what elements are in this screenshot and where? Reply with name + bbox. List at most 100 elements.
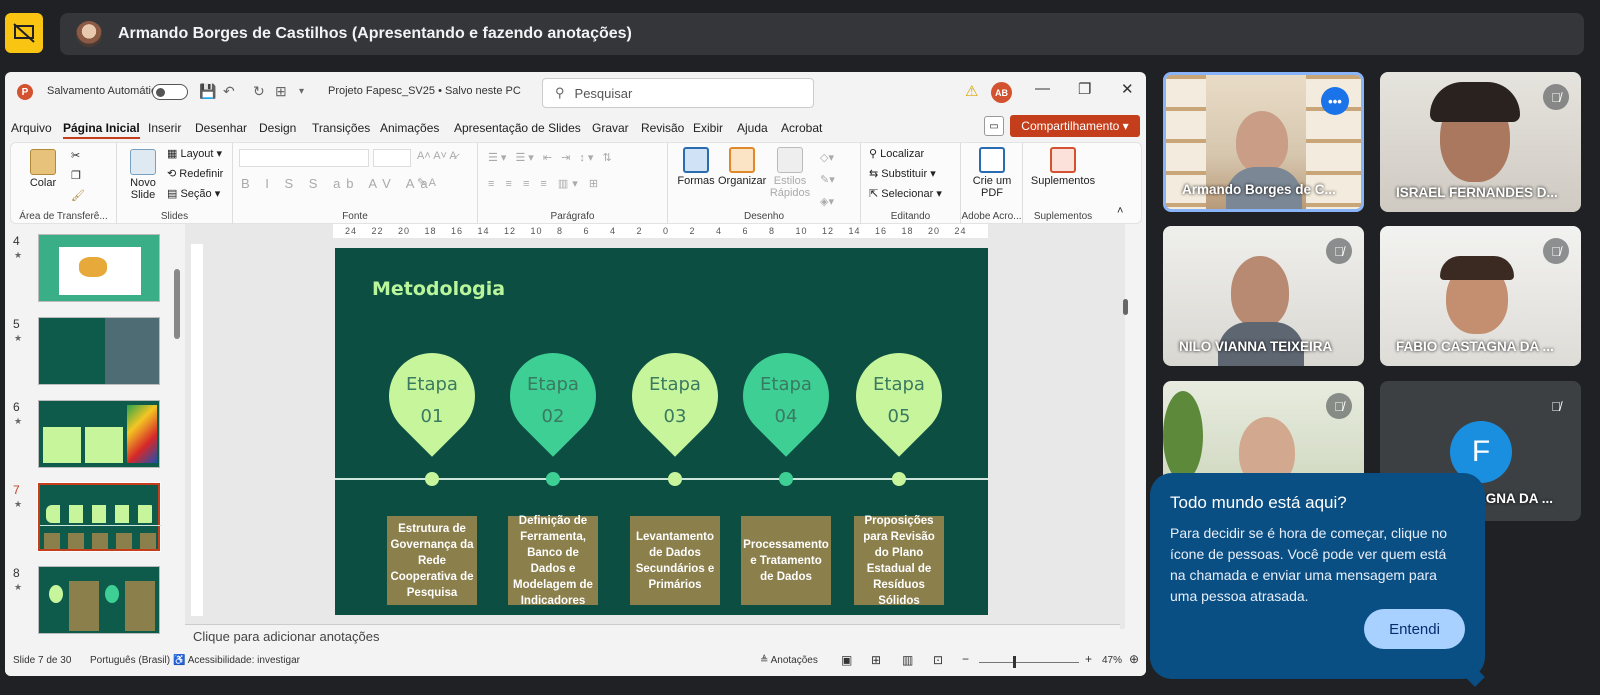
editor-scrollbar[interactable] [1121, 224, 1131, 654]
present-from-start-icon[interactable]: ⊞ [275, 83, 287, 100]
zoom-in-icon[interactable]: + [1085, 652, 1092, 666]
thumbnail-slide-7[interactable]: 7 ★ [13, 482, 173, 555]
menu-animacoes[interactable]: Animações [380, 121, 439, 135]
zoom-level[interactable]: 47% [1102, 655, 1122, 666]
layout-button[interactable]: ▦ Layout ▾ [167, 147, 222, 160]
copy-icon[interactable]: ❐ [71, 169, 81, 182]
warning-icon[interactable]: ⚠ [965, 82, 978, 100]
slide-sorter-icon[interactable]: ⊞ [871, 653, 881, 667]
menu-gravar[interactable]: Gravar [592, 121, 629, 135]
powerpoint-window: P Salvamento Automático 💾 ↶ ↻ ⊞ ▾ Projet… [5, 72, 1146, 676]
font-name-input[interactable] [239, 149, 369, 167]
menu-inserir[interactable]: Inserir [148, 121, 181, 135]
ruler-tick: 8 [557, 226, 563, 236]
ruler-tick: 16 [451, 226, 463, 236]
notes-button[interactable]: ≜ Anotações [760, 655, 818, 666]
new-slide-icon [130, 149, 156, 175]
thumbnail-image [38, 400, 160, 468]
zoom-slider-thumb[interactable] [1013, 656, 1016, 668]
reading-view-icon[interactable]: ▥ [902, 653, 913, 667]
create-pdf-button[interactable]: Crie um PDF [969, 147, 1015, 199]
customize-toolbar-icon[interactable]: ▾ [299, 86, 304, 97]
menu-acrobat[interactable]: Acrobat [781, 121, 822, 135]
thumbnail-slide-8[interactable]: 8 ★ [13, 566, 173, 638]
stage-pin-label: Etapa 03 [632, 369, 718, 433]
addins-group: Suplementos Suplementos [1023, 143, 1103, 225]
menu-design[interactable]: Design [259, 121, 296, 135]
stage-description: Estrutura de Governança da Rede Cooperat… [387, 516, 477, 605]
quick-styles-button[interactable]: Estilos Rápidos [768, 147, 812, 199]
more-options-icon[interactable]: ••• [1321, 87, 1349, 115]
menu-arquivo[interactable]: Arquivo [11, 121, 52, 135]
user-avatar[interactable]: AB [991, 82, 1012, 103]
section-button[interactable]: ▤ Seção ▾ [167, 187, 220, 200]
shapes-button[interactable]: Formas [676, 147, 716, 187]
collapse-ribbon-icon[interactable]: ˄ [1117, 205, 1123, 217]
redo-icon[interactable]: ↻ [253, 83, 265, 100]
menu-exibir[interactable]: Exibir [693, 121, 723, 135]
search-placeholder: Pesquisar [574, 85, 633, 101]
minimize-icon[interactable]: — [1035, 80, 1050, 97]
participant-tile[interactable]: ••• Armando Borges de C... [1163, 72, 1364, 212]
notes-button-label: Anotações [770, 655, 818, 666]
participant-tile[interactable]: 🎙̸ ISRAEL FERNANDES D... [1380, 72, 1581, 212]
paste-button[interactable]: Colar [23, 149, 63, 189]
thumbnail-slide-5[interactable]: 5 ★ [13, 317, 173, 389]
undo-icon[interactable]: ↶ [223, 83, 235, 100]
language-status[interactable]: Português (Brasil) [90, 655, 170, 666]
menu-pagina-inicial[interactable]: Página Inicial [63, 121, 140, 139]
participant-name: FABIO CASTAGNA DA ... [1396, 339, 1554, 354]
find-button[interactable]: ⚲ Localizar [869, 147, 924, 160]
file-name[interactable]: Projeto Fapesc_SV25 • Salvo neste PC [328, 85, 521, 97]
thumbnail-slide-6[interactable]: 6 ★ [13, 400, 173, 472]
menu-ajuda[interactable]: Ajuda [737, 121, 768, 135]
create-pdf-label: Crie um [972, 175, 1012, 187]
menu-apresentacao[interactable]: Apresentação de Slides [454, 121, 581, 135]
font-size-input[interactable] [373, 149, 411, 167]
select-button[interactable]: ⇱ Selecionar ▾ [869, 187, 942, 200]
fit-to-window-icon[interactable]: ⊕ [1129, 652, 1139, 666]
format-painter-icon[interactable]: 🖌 [71, 189, 85, 202]
menu-transicoes[interactable]: Transições [312, 121, 370, 135]
stop-presenting-icon[interactable] [5, 13, 43, 53]
font-size-controls-icon[interactable]: A˄ A˅ A̷ [417, 150, 457, 162]
zoom-out-icon[interactable]: − [962, 652, 969, 666]
menu-desenhar[interactable]: Desenhar [195, 121, 247, 135]
current-slide[interactable]: Metodologia Etapa 01 Estrutura de Governan… [335, 248, 988, 615]
list-icons[interactable]: ☰▾ ☰▾ ⇤ ⇥ ↕▾ ⇅ [488, 151, 615, 164]
menu-revisao[interactable]: Revisão [641, 121, 684, 135]
participant-tile[interactable]: 🎙̸ FABIO CASTAGNA DA ... [1380, 226, 1581, 366]
vertical-ruler [191, 244, 203, 616]
clipboard-group-label: Área de Transferê... [19, 211, 108, 222]
align-icons[interactable]: ≡ ≡ ≡ ≡ ▥▾ ⊞ [488, 177, 602, 190]
ruler-tick: 4 [716, 226, 722, 236]
thumbnails-scrollbar[interactable] [173, 224, 181, 654]
normal-view-icon[interactable]: ▣ [841, 653, 852, 667]
notes-pane[interactable]: Clique para adicionar anotações [185, 624, 1120, 649]
slideshow-icon[interactable]: ⊡ [933, 653, 943, 667]
comments-icon[interactable]: ▭ [984, 116, 1004, 136]
font-color-icons[interactable]: ✎ A [417, 176, 436, 189]
font-format-icons[interactable]: B I S S ab AV Aa [241, 176, 434, 191]
zoom-slider[interactable] [979, 662, 1079, 663]
timeline-dot [668, 472, 682, 486]
accessibility-button[interactable]: ♿ Acessibilidade: investigar [173, 655, 300, 666]
autosave-toggle[interactable] [152, 84, 188, 100]
arrange-button[interactable]: Organizar [718, 147, 766, 187]
reset-button[interactable]: ⟲ Redefinir [167, 167, 223, 180]
cut-icon[interactable]: ✂ [71, 149, 80, 162]
addins-button[interactable]: Suplementos [1027, 147, 1099, 187]
participant-tile[interactable]: 🎙̸ NILO VIANNA TEIXEIRA [1163, 226, 1364, 366]
got-it-button[interactable]: Entendi [1364, 609, 1465, 649]
share-button[interactable]: Compartilhamento ▾ [1010, 115, 1140, 137]
fill-outline-icons[interactable]: ◇▾ ✎▾ ◈▾ [820, 147, 835, 213]
search-input[interactable]: ⚲ Pesquisar [542, 78, 814, 108]
new-slide-button[interactable]: Novo Slide [123, 149, 163, 201]
save-icon[interactable]: 💾 [199, 83, 216, 100]
replace-button[interactable]: ⇆ Substituir ▾ [869, 167, 936, 180]
slide-thumbnails: 4 ★ 5 ★ 6 ★ 7 ★ 8 ★ [5, 224, 185, 654]
thumbnail-slide-4[interactable]: 4 ★ [13, 234, 173, 306]
addins-label: Suplementos [1030, 175, 1096, 187]
close-icon[interactable]: ✕ [1121, 80, 1134, 98]
restore-icon[interactable]: ❐ [1078, 80, 1091, 98]
